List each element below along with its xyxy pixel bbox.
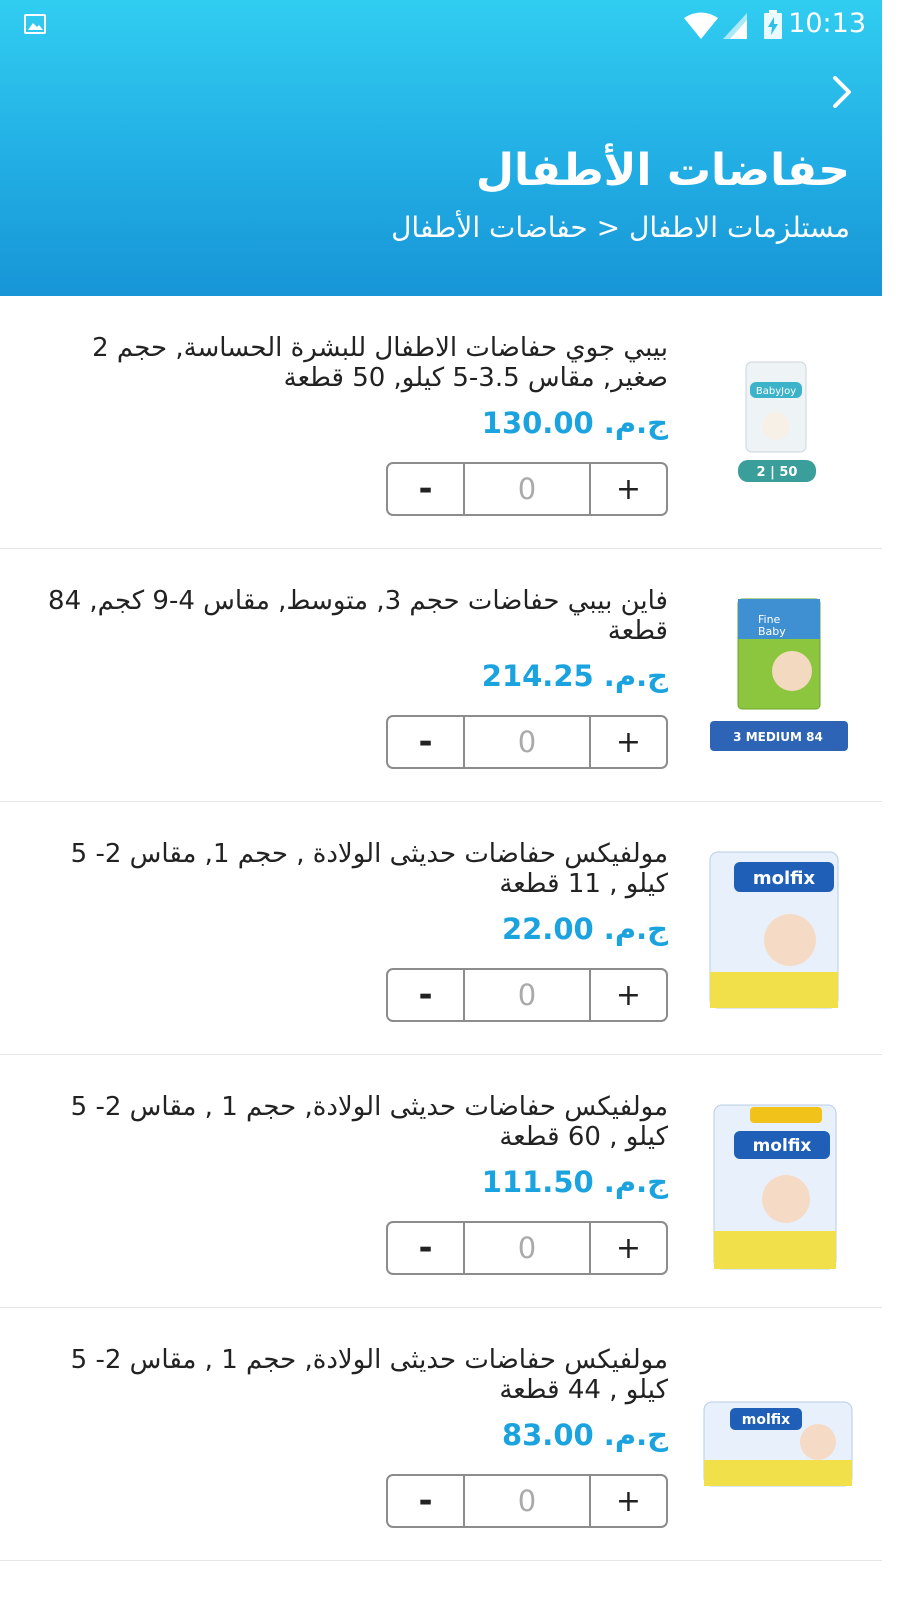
quantity-field[interactable]: 0 xyxy=(463,1476,591,1526)
decrease-button[interactable]: - xyxy=(388,970,463,1020)
pack-label: molfix xyxy=(742,1412,790,1428)
app-header: 10:13 حفاضات الأطفال مستلزمات الاطفال < … xyxy=(0,0,882,296)
quantity-field[interactable]: 0 xyxy=(463,1223,591,1273)
product-item[interactable]: BabyJoy 2 | 50 بيبي جوي حفاضات الاطفال ل… xyxy=(0,296,882,549)
svg-text:Baby: Baby xyxy=(758,625,786,638)
product-list: BabyJoy 2 | 50 بيبي جوي حفاضات الاطفال ل… xyxy=(0,296,882,1561)
product-item[interactable]: Fine Baby 3 MEDIUM 84 فاين بيبي حفاضات ح… xyxy=(0,549,882,802)
increase-button[interactable]: + xyxy=(591,1223,666,1273)
product-image: molfix xyxy=(709,851,839,1009)
increase-button[interactable]: + xyxy=(591,1476,666,1526)
product-image: molfix xyxy=(703,1401,853,1487)
product-item[interactable]: molfix مولفيكس حفاضات حديثى الولادة , حج… xyxy=(0,802,882,1055)
product-price: ج.م. 214.25 xyxy=(482,659,668,693)
svg-text:BabyJoy: BabyJoy xyxy=(756,386,796,397)
pack-label: 2 | 50 xyxy=(757,465,798,480)
price-value: 214.25 xyxy=(481,659,594,693)
quantity-stepper: - 0 + xyxy=(386,715,668,769)
currency-label: ج.م. xyxy=(603,1418,668,1452)
currency-label: ج.م. xyxy=(603,659,668,693)
product-price: ج.م. 130.00 xyxy=(482,406,668,440)
currency-label: ج.م. xyxy=(603,1165,668,1199)
pack-label: 3 MEDIUM 84 xyxy=(733,730,823,744)
product-name[interactable]: بيبي جوي حفاضات الاطفال للبشرة الحساسة, … xyxy=(30,333,668,393)
price-value: 22.00 xyxy=(501,912,594,946)
quantity-field[interactable]: 0 xyxy=(463,970,591,1020)
quantity-stepper: - 0 + xyxy=(386,1221,668,1275)
product-price: ج.م. 22.00 xyxy=(502,912,668,946)
signal-icon xyxy=(723,13,747,39)
status-bar: 10:13 xyxy=(0,0,882,50)
quantity-stepper: - 0 + xyxy=(386,968,668,1022)
breadcrumb[interactable]: مستلزمات الاطفال < حفاضات الأطفال xyxy=(391,211,850,244)
chevron-right-icon[interactable] xyxy=(826,72,858,112)
quantity-field[interactable]: 0 xyxy=(463,464,591,514)
increase-button[interactable]: + xyxy=(591,464,666,514)
pack-label: molfix xyxy=(753,1136,812,1156)
image-icon xyxy=(24,14,46,34)
decrease-button[interactable]: - xyxy=(388,464,463,514)
decrease-button[interactable]: - xyxy=(388,717,463,767)
currency-label: ج.م. xyxy=(603,406,668,440)
product-item[interactable]: molfix مولفيكس حفاضات حديثى الولادة, حجم… xyxy=(0,1055,882,1308)
product-name[interactable]: مولفيكس حفاضات حديثى الولادة, حجم 1 , مق… xyxy=(30,1092,668,1152)
price-value: 83.00 xyxy=(501,1418,594,1452)
quantity-stepper: - 0 + xyxy=(386,462,668,516)
price-value: 111.50 xyxy=(481,1165,594,1199)
product-price: ج.م. 83.00 xyxy=(502,1418,668,1452)
quantity-field[interactable]: 0 xyxy=(463,717,591,767)
page-title: حفاضات الأطفال xyxy=(475,145,850,196)
product-image: Fine Baby 3 MEDIUM 84 xyxy=(710,598,848,751)
product-name[interactable]: مولفيكس حفاضات حديثى الولادة, حجم 1 , مق… xyxy=(30,1345,668,1405)
battery-charging-icon xyxy=(764,10,782,39)
wifi-icon xyxy=(684,12,718,39)
product-price: ج.م. 111.50 xyxy=(482,1165,668,1199)
price-value: 130.00 xyxy=(481,406,594,440)
status-time: 10:13 xyxy=(788,8,866,39)
product-name[interactable]: فاين بيبي حفاضات حجم 3, متوسط, مقاس 4-9 … xyxy=(30,586,668,646)
product-image: BabyJoy 2 | 50 xyxy=(738,361,816,482)
currency-label: ج.م. xyxy=(603,912,668,946)
decrease-button[interactable]: - xyxy=(388,1476,463,1526)
pack-label: molfix xyxy=(753,868,816,889)
quantity-stepper: - 0 + xyxy=(386,1474,668,1528)
product-item[interactable]: molfix مولفيكس حفاضات حديثى الولادة, حجم… xyxy=(0,1308,882,1561)
decrease-button[interactable]: - xyxy=(388,1223,463,1273)
increase-button[interactable]: + xyxy=(591,717,666,767)
product-name[interactable]: مولفيكس حفاضات حديثى الولادة , حجم 1, مق… xyxy=(30,839,668,899)
product-image: molfix xyxy=(713,1104,837,1270)
increase-button[interactable]: + xyxy=(591,970,666,1020)
